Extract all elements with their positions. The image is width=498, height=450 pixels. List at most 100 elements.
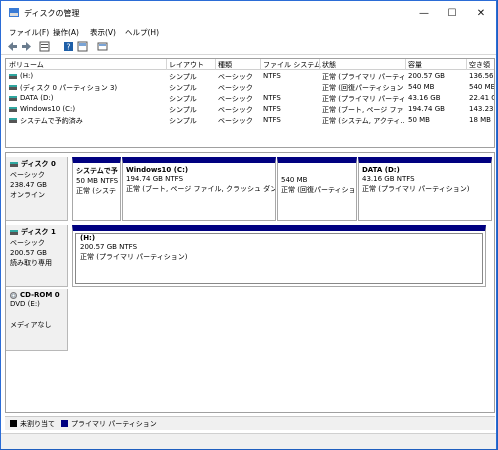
title-bar[interactable]: ディスクの管理 — ☐ ✕ [1, 1, 496, 25]
partition-name: DATA (D:) [362, 166, 400, 174]
maximize-button[interactable]: ☐ [437, 1, 467, 25]
volume-free-space: 540 ME [469, 83, 495, 91]
close-button[interactable]: ✕ [466, 1, 496, 25]
disk-name: ディスク 1 [21, 228, 56, 236]
volume-capacity: 43.16 GB [408, 94, 441, 102]
column-header-layout[interactable]: レイアウト [169, 60, 204, 70]
disk-graphical-view[interactable]: ディスク 0 ベーシック 238.47 GB オンライン システムで予 50 M… [5, 152, 495, 413]
volume-icon [9, 74, 17, 79]
table-row[interactable]: (H:) シンプル ベーシック NTFS 正常 (プライマリ パーティ... 2… [6, 71, 494, 82]
disk-status: 読み取り専用 [10, 259, 52, 267]
menu-help[interactable]: ヘルプ(H) [125, 27, 159, 38]
menu-bar: ファイル(F) 操作(A) 表示(V) ヘルプ(H) [1, 25, 496, 39]
properties-icon[interactable] [39, 41, 50, 52]
menu-view[interactable]: 表示(V) [90, 27, 116, 38]
hard-disk-icon [10, 161, 18, 167]
volume-layout: シンプル [169, 84, 197, 92]
disk-0-label[interactable]: ディスク 0 ベーシック 238.47 GB オンライン [6, 157, 68, 221]
volume-capacity: 50 MB [408, 116, 430, 124]
column-header-capacity[interactable]: 容量 [408, 60, 422, 70]
legend: 未割り当て プライマリ パーティション [5, 416, 495, 430]
view-icon[interactable] [77, 41, 88, 52]
volume-free-space: 22.41 G [469, 94, 495, 102]
status-bar [1, 433, 496, 449]
menu-action[interactable]: 操作(A) [53, 27, 79, 38]
table-row[interactable]: システムで予約済み シンプル ベーシック NTFS 正常 (システム, アクティ… [6, 115, 494, 126]
legend-unallocated: 未割り当て [20, 420, 55, 428]
partition-system-reserved[interactable]: システムで予 50 MB NTFS 正常 (システ [72, 157, 121, 221]
volume-icon [9, 96, 17, 101]
partition-recovery[interactable]: 540 MB 正常 (回復パーティショ [277, 157, 357, 221]
disk-management-window: ディスクの管理 — ☐ ✕ ファイル(F) 操作(A) 表示(V) ヘルプ(H)… [0, 0, 497, 449]
disk-size: 238.47 GB [10, 181, 47, 189]
volume-capacity: 200.57 GB [408, 72, 445, 80]
console-icon[interactable] [97, 41, 108, 52]
disk-status: オンライン [10, 191, 45, 199]
menu-file[interactable]: ファイル(F) [9, 27, 49, 38]
volume-type: ベーシック [218, 106, 253, 114]
volume-layout: シンプル [169, 117, 197, 125]
svg-text:?: ? [66, 43, 70, 52]
volume-status: 正常 (システム, アクティ... [322, 117, 404, 125]
volume-free-space: 143.23 [469, 105, 494, 113]
disk-1-label[interactable]: ディスク 1 ベーシック 200.57 GB 読み取り専用 [6, 225, 68, 287]
volume-icon [9, 107, 17, 112]
legend-primary: プライマリ パーティション [71, 420, 157, 428]
volume-status: 正常 (プライマリ パーティ... [322, 73, 404, 81]
disk-name: CD-ROM 0 [20, 291, 60, 299]
volume-filesystem: NTFS [263, 105, 281, 113]
unallocated-swatch [10, 420, 17, 427]
volume-icon [9, 118, 17, 123]
column-header-type[interactable]: 種類 [218, 60, 232, 70]
disk-management-app-icon [9, 8, 19, 17]
volume-type: ベーシック [218, 95, 253, 103]
partition-size: 540 MB [281, 176, 308, 184]
volume-layout: シンプル [169, 95, 197, 103]
volume-layout: シンプル [169, 73, 197, 81]
partition-name: (H:) [80, 234, 96, 242]
volume-free-space: 136.56 [469, 72, 494, 80]
partition-windows10[interactable]: Windows10 (C:) 194.74 GB NTFS 正常 (ブート, ペ… [122, 157, 276, 221]
partition-status: 正常 (プライマリ パーティション) [362, 185, 470, 193]
forward-arrow-icon[interactable] [21, 41, 32, 52]
disk-1-row: ディスク 1 ベーシック 200.57 GB 読み取り専用 (H:) 200.5… [6, 225, 494, 287]
volume-icon [9, 85, 17, 90]
cdrom-0-label[interactable]: CD-ROM 0 DVD (E:) メディアなし [6, 289, 68, 351]
table-row[interactable]: DATA (D:) シンプル ベーシック NTFS 正常 (プライマリ パーティ… [6, 93, 495, 104]
partition-name: Windows10 (C:) [126, 166, 189, 174]
volume-filesystem: NTFS [263, 94, 281, 102]
hard-disk-icon [10, 229, 18, 235]
partition-size: 43.16 GB NTFS [362, 175, 415, 183]
disk-type: ベーシック [10, 171, 45, 179]
table-row[interactable]: Windows10 (C:) シンプル ベーシック NTFS 正常 (ブート, … [6, 104, 494, 115]
partition-size: 194.74 GB NTFS [126, 175, 184, 183]
volume-name: (H:) [20, 72, 34, 80]
partition-h[interactable]: (H:) 200.57 GB NTFS 正常 (プライマリ パーティション) [72, 225, 486, 287]
volume-list-header: ボリューム レイアウト 種類 ファイル システム 状態 容量 空き領 [6, 59, 494, 70]
minimize-button[interactable]: — [409, 1, 439, 25]
disk-type: ベーシック [10, 239, 45, 247]
column-header-status[interactable]: 状態 [322, 60, 336, 70]
partition-status: 正常 (プライマリ パーティション) [80, 253, 188, 261]
column-header-volume[interactable]: ボリューム [9, 60, 44, 70]
volume-list[interactable]: ボリューム レイアウト 種類 ファイル システム 状態 容量 空き領 (H:) … [5, 58, 495, 148]
cdrom-0-row: CD-ROM 0 DVD (E:) メディアなし [6, 289, 494, 351]
volume-capacity: 194.74 GB [408, 105, 445, 113]
partition-data[interactable]: DATA (D:) 43.16 GB NTFS 正常 (プライマリ パーティショ… [358, 157, 492, 221]
back-arrow-icon[interactable] [7, 41, 18, 52]
volume-free-space: 18 MB [469, 116, 491, 124]
help-icon[interactable]: ? [63, 41, 74, 52]
column-header-free-space[interactable]: 空き領 [469, 60, 490, 70]
column-header-filesystem[interactable]: ファイル システム [263, 60, 321, 70]
cd-rom-icon [10, 291, 17, 299]
volume-type: ベーシック [218, 84, 253, 92]
primary-partition-swatch [61, 420, 68, 427]
disk-size: 200.57 GB [10, 249, 47, 257]
volume-name: システムで予約済み [20, 117, 83, 125]
table-row[interactable]: (ディスク 0 パーティション 3) シンプル ベーシック 正常 (回復パーティ… [6, 82, 495, 93]
partition-name: システムで予 [76, 167, 118, 175]
disk-name: ディスク 0 [21, 160, 56, 168]
volume-layout: シンプル [169, 106, 197, 114]
toolbar: ? [1, 39, 496, 55]
window-title: ディスクの管理 [24, 9, 80, 18]
